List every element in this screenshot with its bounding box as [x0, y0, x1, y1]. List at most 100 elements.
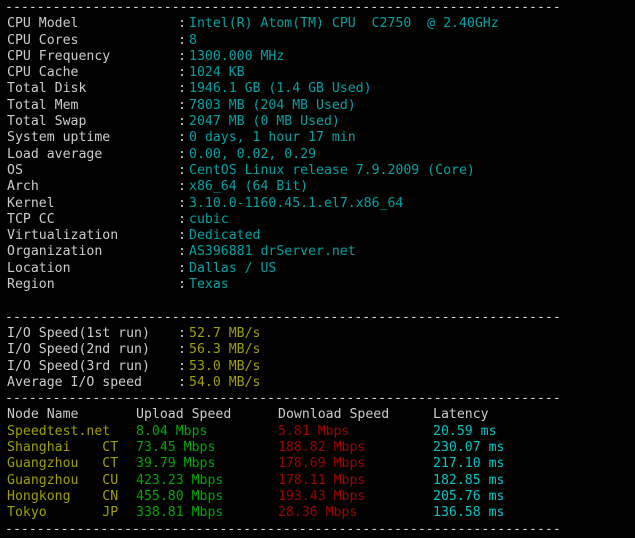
io-row-third-run: I/O Speed(3rd run) : 53.0 MB/s — [0, 359, 635, 375]
cell-node-name: Hongkong CN — [7, 488, 119, 504]
info-label: CPU Frequency — [7, 48, 111, 64]
info-value: cubic — [189, 211, 229, 227]
info-row-region: Region : Texas — [0, 277, 635, 293]
info-value: Dallas / US — [189, 260, 277, 276]
info-colon: : — [178, 162, 186, 178]
cell-upload-speed: 39.79 Mbps — [136, 456, 216, 472]
cell-latency: 20.59 ms — [433, 423, 497, 439]
info-label: Organization — [7, 244, 103, 260]
info-row-system-uptime: System uptime : 0 days, 1 hour 17 min — [0, 130, 635, 146]
table-row: Shanghai CT 73.45 Mbps 188.82 Mbps 230.0… — [0, 440, 635, 456]
info-colon: : — [178, 179, 186, 195]
io-value: 53.0 MB/s — [189, 358, 261, 374]
info-colon: : — [178, 146, 186, 162]
info-row-total-mem: Total Mem : 7803 MB (204 MB Used) — [0, 98, 635, 114]
info-label: Total Swap — [7, 114, 87, 130]
cell-node-name: Tokyo JP — [7, 505, 119, 521]
io-value: 54.0 MB/s — [189, 374, 261, 390]
info-label: Total Disk — [7, 81, 87, 97]
info-value: 3.10.0-1160.45.1.el7.x86_64 — [189, 195, 404, 211]
info-value: 7803 MB (204 MB Used) — [189, 97, 356, 113]
column-header-upload-speed: Upload Speed — [136, 407, 232, 423]
column-header-latency: Latency — [433, 407, 489, 423]
io-value: 52.7 MB/s — [189, 325, 261, 341]
cell-latency: 205.76 ms — [433, 488, 505, 504]
column-header-download-speed: Download Speed — [278, 407, 390, 423]
info-label: CPU Cores — [7, 32, 79, 48]
cell-node-name: Guangzhou CT — [7, 456, 119, 472]
info-colon: : — [178, 16, 186, 32]
info-row-kernel: Kernel : 3.10.0-1160.45.1.el7.x86_64 — [0, 196, 635, 212]
io-row-first-run: I/O Speed(1st run) : 52.7 MB/s — [0, 326, 635, 342]
info-colon: : — [178, 228, 186, 244]
io-label: I/O Speed(3rd run) — [7, 358, 150, 374]
info-label: TCP CC — [7, 211, 55, 227]
info-row-cpu-frequency: CPU Frequency : 1300.000 MHz — [0, 49, 635, 65]
info-row-virtualization: Virtualization : Dedicated — [0, 228, 635, 244]
cell-node-name: Shanghai CT — [7, 440, 119, 456]
io-colon: : — [178, 374, 186, 390]
info-row-organization: Organization : AS396881 drServer.net — [0, 244, 635, 260]
info-row-cpu-model: CPU Model : Intel(R) Atom(TM) CPU C2750 … — [0, 16, 635, 32]
info-colon: : — [178, 65, 186, 81]
info-value: CentOS Linux release 7.9.2009 (Core) — [189, 162, 475, 178]
info-row-os: OS : CentOS Linux release 7.9.2009 (Core… — [0, 163, 635, 179]
cell-upload-speed: 73.45 Mbps — [136, 440, 216, 456]
table-row: Hongkong CN 455.80 Mbps 193.43 Mbps 205.… — [0, 489, 635, 505]
cell-latency: 230.07 ms — [433, 440, 505, 456]
info-colon: : — [178, 130, 186, 146]
info-colon: : — [178, 277, 186, 293]
cell-download-speed: 178.69 Mbps — [278, 456, 366, 472]
io-label: I/O Speed(2nd run) — [7, 342, 150, 358]
info-label: Arch — [7, 179, 39, 195]
separator-top: ----------------------------------------… — [5, 0, 561, 15]
cell-latency: 182.85 ms — [433, 472, 505, 488]
column-header-node-name: Node Name — [7, 407, 79, 423]
cell-download-speed: 188.82 Mbps — [278, 440, 366, 456]
table-row: Guangzhou CT 39.79 Mbps 178.69 Mbps 217.… — [0, 456, 635, 472]
info-label: System uptime — [7, 130, 111, 146]
io-row-average: Average I/O speed : 54.0 MB/s — [0, 375, 635, 391]
io-colon: : — [178, 358, 186, 374]
cell-node-name: Speedtest.net — [7, 423, 111, 439]
info-row-arch: Arch : x86_64 (64 Bit) — [0, 179, 635, 195]
info-colon: : — [178, 195, 186, 211]
io-label: Average I/O speed — [7, 374, 142, 390]
info-label: OS — [7, 162, 23, 178]
info-label: Total Mem — [7, 97, 79, 113]
info-row-cpu-cores: CPU Cores : 8 — [0, 33, 635, 49]
table-row: Tokyo JP 338.81 Mbps 28.36 Mbps 136.58 m… — [0, 505, 635, 521]
info-colon: : — [178, 97, 186, 113]
cell-upload-speed: 423.23 Mbps — [136, 472, 224, 488]
info-row-location: Location : Dallas / US — [0, 261, 635, 277]
info-row-tcp-cc: TCP CC : cubic — [0, 212, 635, 228]
info-label: Location — [7, 260, 71, 276]
info-colon: : — [178, 48, 186, 64]
io-test-section: I/O Speed(1st run) : 52.7 MB/s I/O Speed… — [0, 326, 635, 391]
cell-upload-speed: 338.81 Mbps — [136, 505, 224, 521]
cell-download-speed: 5.81 Mbps — [278, 423, 350, 439]
system-info-section: CPU Model : Intel(R) Atom(TM) CPU C2750 … — [0, 16, 635, 293]
info-value: Dedicated — [189, 228, 261, 244]
info-colon: : — [178, 211, 186, 227]
io-colon: : — [178, 325, 186, 341]
table-row: Speedtest.net 8.04 Mbps 5.81 Mbps 20.59 … — [0, 424, 635, 440]
info-label: Load average — [7, 146, 103, 162]
info-value: Texas — [189, 277, 229, 293]
cell-download-speed: 178.11 Mbps — [278, 472, 366, 488]
info-value: 0.00, 0.02, 0.29 — [189, 146, 317, 162]
io-label: I/O Speed(1st run) — [7, 325, 150, 341]
info-colon: : — [178, 32, 186, 48]
cell-download-speed: 28.36 Mbps — [278, 505, 358, 521]
info-value: 8 — [189, 32, 197, 48]
cell-latency: 217.10 ms — [433, 456, 505, 472]
info-label: Kernel — [7, 195, 55, 211]
speedtest-section: Node Name Upload Speed Download Speed La… — [0, 407, 635, 521]
info-row-total-swap: Total Swap : 2047 MB (0 MB Used) — [0, 114, 635, 130]
info-value: AS396881 drServer.net — [189, 244, 356, 260]
info-label: CPU Cache — [7, 65, 79, 81]
cell-upload-speed: 8.04 Mbps — [136, 423, 208, 439]
info-row-total-disk: Total Disk : 1946.1 GB (1.4 GB Used) — [0, 81, 635, 97]
cell-download-speed: 193.43 Mbps — [278, 488, 366, 504]
info-value: 2047 MB (0 MB Used) — [189, 114, 340, 130]
